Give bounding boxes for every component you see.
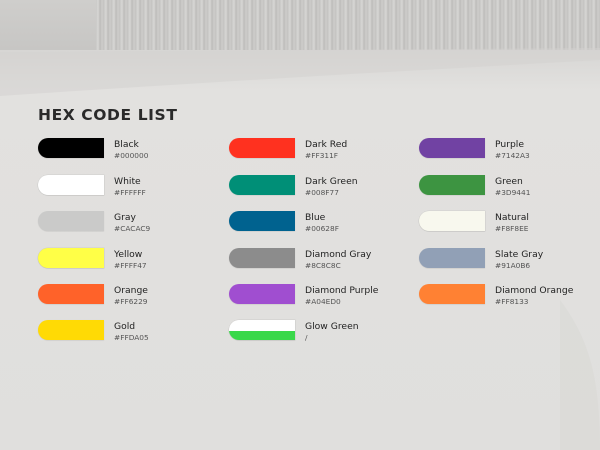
color-hex-code: #CACAC9 xyxy=(114,224,151,233)
color-hex-code: #FF6229 xyxy=(114,297,148,306)
color-swatch-item: Dark Green #008F77 xyxy=(229,175,419,199)
color-swatch-item: Slate Gray #91A0B6 xyxy=(419,248,600,272)
color-name: Black xyxy=(114,139,139,150)
color-name: Diamond Orange xyxy=(495,285,574,296)
color-swatch-item: Orange #FF6229 xyxy=(38,284,228,308)
color-swatch-item: Green #3D9441 xyxy=(419,175,600,199)
color-name: Blue xyxy=(305,212,326,223)
color-swatch-item: Purple #7142A3 xyxy=(419,138,600,162)
color-chip xyxy=(38,138,104,158)
color-chip xyxy=(229,320,295,340)
color-hex-code: #008F77 xyxy=(305,188,339,197)
color-swatch-item: Dark Red #FF311F xyxy=(229,138,419,162)
color-chip-top xyxy=(229,320,295,331)
color-swatch-item: Diamond Orange #FF8133 xyxy=(419,284,600,308)
color-chip xyxy=(38,175,104,195)
color-chip xyxy=(38,320,104,340)
color-swatch-item: Diamond Purple #A04ED0 xyxy=(229,284,419,308)
color-swatch-item: Blue #00628F xyxy=(229,211,419,235)
color-hex-code: #8C8C8C xyxy=(305,261,341,270)
page-title: HEX CODE LIST xyxy=(38,106,178,124)
color-swatch-item: Glow Green / xyxy=(229,320,419,344)
color-hex-code: #00628F xyxy=(305,224,339,233)
color-chip xyxy=(229,284,295,304)
color-swatch-item: Gold #FFDA05 xyxy=(38,320,228,344)
color-swatch-item: Diamond Gray #8C8C8C xyxy=(229,248,419,272)
color-chip-bottom xyxy=(229,331,295,340)
color-chip xyxy=(229,248,295,268)
color-hex-code: #FFFF47 xyxy=(114,261,147,270)
color-chip xyxy=(38,248,104,268)
color-hex-code: #7142A3 xyxy=(495,151,530,160)
color-chip xyxy=(419,248,485,268)
color-hex-code: / xyxy=(305,333,308,342)
color-chip xyxy=(419,138,485,158)
color-chip xyxy=(229,138,295,158)
color-hex-code: #FF8133 xyxy=(495,297,529,306)
color-name: Green xyxy=(495,176,523,187)
color-name: Diamond Gray xyxy=(305,249,372,260)
color-hex-code: #FFFFFF xyxy=(114,188,146,197)
color-name: Dark Green xyxy=(305,176,358,187)
color-chip xyxy=(38,211,104,231)
color-swatch-item: Gray #CACAC9 xyxy=(38,211,228,235)
color-name: Diamond Purple xyxy=(305,285,379,296)
color-chip xyxy=(229,211,295,231)
color-hex-code: #FF311F xyxy=(305,151,339,160)
color-swatch-item: White #FFFFFF xyxy=(38,175,228,199)
color-chip xyxy=(419,284,485,304)
color-swatch-item: Natural #F8F8EE xyxy=(419,211,600,235)
color-swatch-item: Yellow #FFFF47 xyxy=(38,248,228,272)
color-hex-code: #FFDA05 xyxy=(114,333,149,342)
color-hex-code: #000000 xyxy=(114,151,149,160)
color-chip xyxy=(38,284,104,304)
color-hex-code: #F8F8EE xyxy=(495,224,529,233)
color-name: Yellow xyxy=(114,249,143,260)
color-swatch-item: Black #000000 xyxy=(38,138,228,162)
color-chip xyxy=(419,211,485,231)
color-name: Purple xyxy=(495,139,525,150)
color-hex-code: #91A0B6 xyxy=(495,261,531,270)
color-hex-code: #A04ED0 xyxy=(305,297,341,306)
color-name: Orange xyxy=(114,285,148,296)
color-name: White xyxy=(114,176,141,187)
color-name: Slate Gray xyxy=(495,249,544,260)
color-name: Dark Red xyxy=(305,139,348,150)
color-name: Gray xyxy=(114,212,136,223)
color-name: Glow Green xyxy=(305,321,359,332)
color-name: Natural xyxy=(495,212,529,223)
color-chip xyxy=(229,175,295,195)
color-chip xyxy=(419,175,485,195)
color-name: Gold xyxy=(114,321,136,332)
color-hex-code: #3D9441 xyxy=(495,188,531,197)
